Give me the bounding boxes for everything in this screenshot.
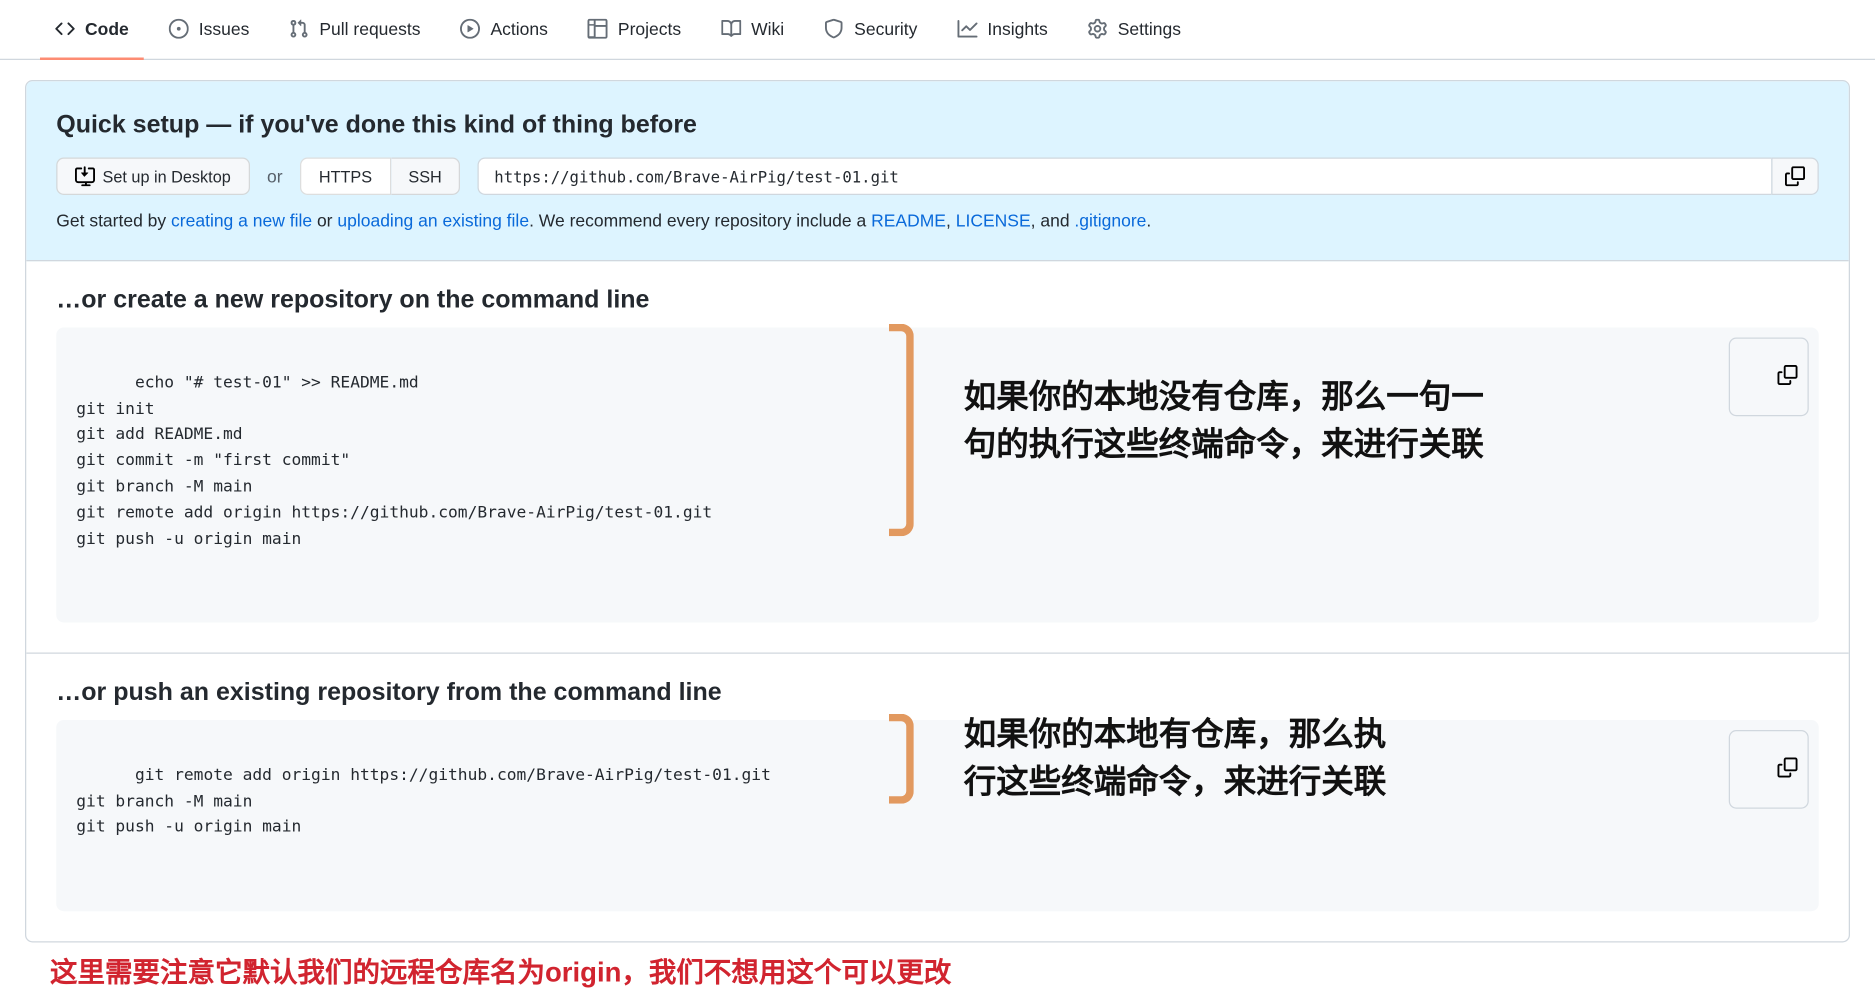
desktop-download-icon	[75, 166, 95, 186]
tab-label: Wiki	[751, 19, 784, 39]
ssh-button[interactable]: SSH	[391, 158, 461, 196]
tab-label: Code	[85, 19, 129, 39]
bottom-warning-note: 这里需要注意它默认我们的远程仓库名为origin，我们不想用这个可以更改	[0, 942, 1875, 995]
table-icon	[588, 19, 608, 39]
copy-icon	[1778, 757, 1798, 777]
link-license[interactable]: LICENSE	[956, 210, 1031, 230]
link-upload-file[interactable]: uploading an existing file	[337, 210, 529, 230]
tab-actions[interactable]: Actions	[446, 0, 563, 60]
annotation-text: 如果你的本地没有仓库，那么一句一 句的执行这些终端命令，来进行关联	[964, 374, 1484, 468]
tab-label: Projects	[618, 19, 681, 39]
setup-in-desktop-button[interactable]: Set up in Desktop	[56, 158, 249, 196]
tab-pull-requests[interactable]: Pull requests	[274, 0, 435, 60]
tab-label: Security	[854, 19, 917, 39]
helper-text: Get started by creating a new file or up…	[56, 210, 1819, 230]
pr-icon	[289, 19, 309, 39]
annotation-brace	[889, 324, 914, 537]
code-text: echo "# test-01" >> README.md git init g…	[76, 373, 712, 548]
tab-label: Insights	[987, 19, 1047, 39]
copy-code-button[interactable]	[1729, 338, 1809, 417]
quick-setup-box: Quick setup — if you've done this kind o…	[26, 81, 1849, 261]
quick-setup-heading: Quick setup — if you've done this kind o…	[56, 111, 1819, 140]
gear-icon	[1088, 19, 1108, 39]
protocol-toggle: HTTPS SSH	[300, 158, 460, 196]
issue-icon	[169, 19, 189, 39]
code-block-push: git remote add origin https://github.com…	[56, 720, 1819, 911]
link-readme[interactable]: README	[871, 210, 946, 230]
tab-security[interactable]: Security	[809, 0, 932, 60]
annotation-text: 如果你的本地有仓库，那么执 行这些终端命令，来进行关联	[964, 711, 1387, 805]
tab-code[interactable]: Code	[40, 0, 144, 60]
clone-url-group	[478, 158, 1819, 196]
copy-icon	[1785, 166, 1805, 186]
shield-icon	[824, 19, 844, 39]
annotation-brace	[889, 714, 914, 804]
link-create-file[interactable]: creating a new file	[171, 210, 312, 230]
section-create-repo: …or create a new repository on the comma…	[26, 261, 1849, 653]
setup-container: Quick setup — if you've done this kind o…	[25, 80, 1850, 942]
copy-url-button[interactable]	[1771, 158, 1819, 196]
book-icon	[721, 19, 741, 39]
tab-label: Pull requests	[319, 19, 420, 39]
code-block-create: echo "# test-01" >> README.md git init g…	[56, 328, 1819, 623]
section-heading: …or create a new repository on the comma…	[56, 286, 1819, 315]
tab-projects[interactable]: Projects	[573, 0, 696, 60]
code-icon	[55, 19, 75, 39]
repo-tabnav: Code Issues Pull requests Actions Projec…	[0, 0, 1875, 60]
tab-issues[interactable]: Issues	[154, 0, 265, 60]
tab-label: Settings	[1118, 19, 1181, 39]
https-button[interactable]: HTTPS	[300, 158, 391, 196]
tab-wiki[interactable]: Wiki	[706, 0, 799, 60]
tab-label: Actions	[491, 19, 548, 39]
clone-url-input[interactable]	[478, 158, 1771, 196]
link-gitignore[interactable]: .gitignore	[1074, 210, 1146, 230]
tab-settings[interactable]: Settings	[1073, 0, 1196, 60]
section-heading: …or push an existing repository from the…	[56, 679, 1819, 708]
copy-code-button[interactable]	[1729, 730, 1809, 809]
code-text: git remote add origin https://github.com…	[76, 766, 771, 837]
tab-label: Issues	[199, 19, 250, 39]
play-icon	[461, 19, 481, 39]
tab-insights[interactable]: Insights	[942, 0, 1062, 60]
setup-controls-row: Set up in Desktop or HTTPS SSH	[56, 158, 1819, 196]
copy-icon	[1778, 365, 1798, 385]
btn-label: Set up in Desktop	[103, 167, 231, 186]
graph-icon	[957, 19, 977, 39]
or-text: or	[267, 166, 283, 186]
section-push-existing: …or push an existing repository from the…	[26, 654, 1849, 941]
